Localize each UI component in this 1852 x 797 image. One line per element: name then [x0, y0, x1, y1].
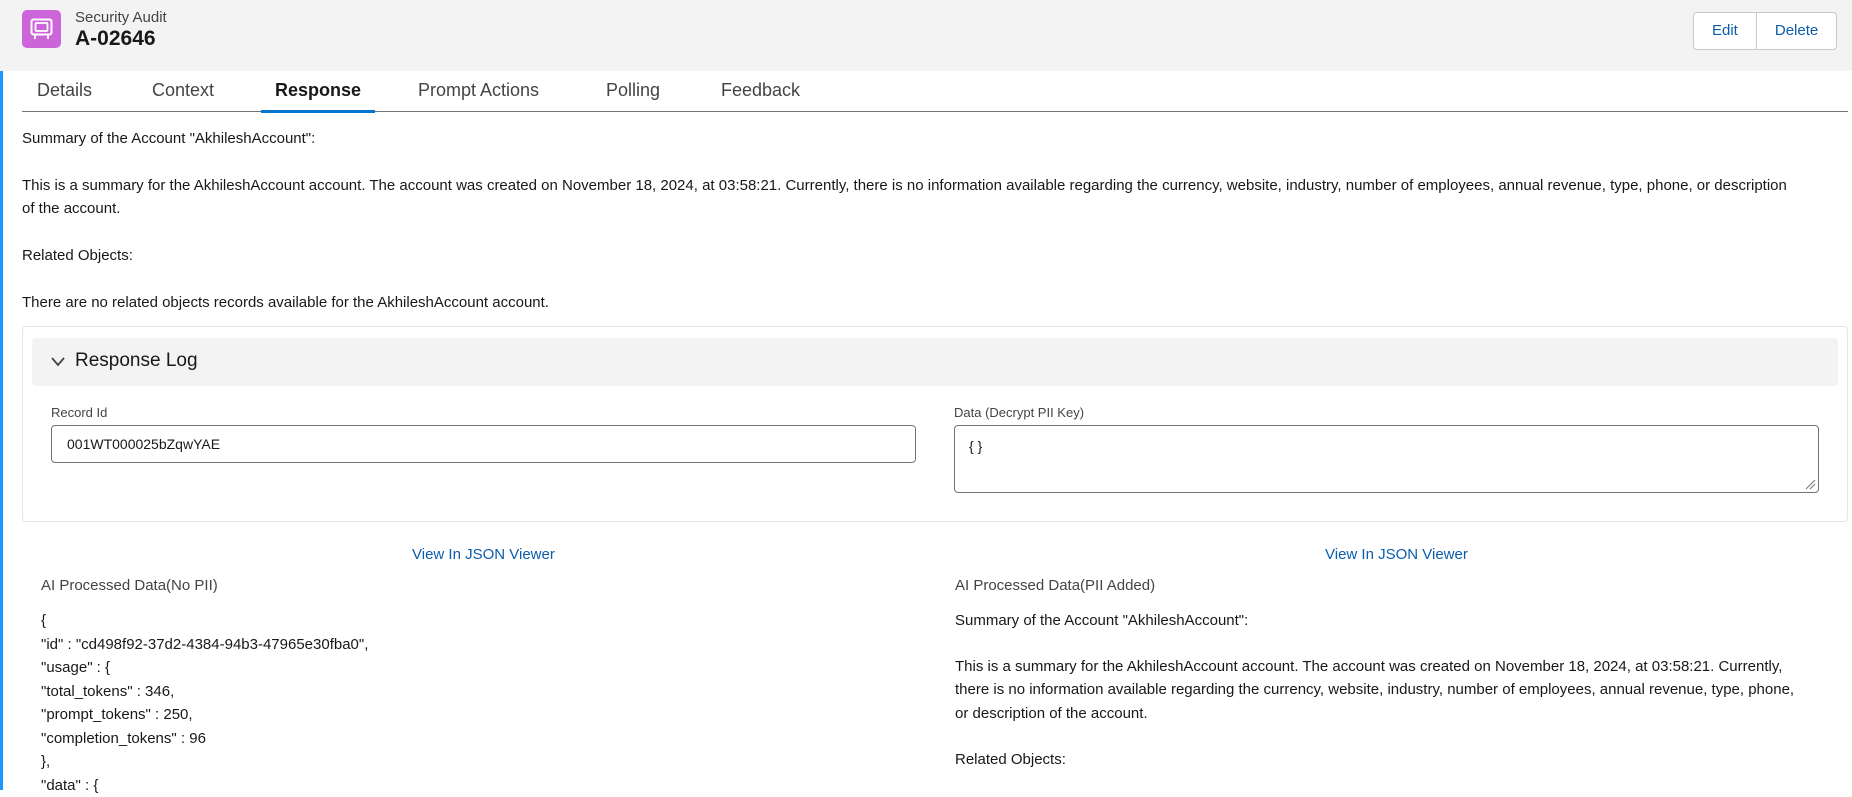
response-log-title: Response Log — [75, 350, 198, 372]
tab-bar: Details Context Response Prompt Actions … — [22, 71, 1848, 112]
json-line: "data" : { — [41, 774, 368, 797]
decrypt-data-textarea[interactable]: { } — [954, 425, 1819, 493]
object-type-label: Security Audit — [75, 9, 167, 26]
summary-heading: Summary of the Account "AkhileshAccount"… — [22, 127, 315, 150]
tab-prompt-actions[interactable]: Prompt Actions — [418, 71, 539, 112]
tab-polling[interactable]: Polling — [606, 71, 660, 112]
json-line: { — [41, 609, 368, 633]
json-line: "total_tokens" : 346, — [41, 680, 368, 704]
delete-button[interactable]: Delete — [1756, 13, 1836, 49]
record-header: Security Audit A-02646 Edit Delete — [0, 0, 1852, 71]
ai-processed-no-pii-json: { "id" : "cd498f92-37d2-4384-94b3-47965e… — [41, 609, 368, 797]
record-actions: Edit Delete — [1693, 12, 1837, 50]
ai-processed-no-pii-label: AI Processed Data(No PII) — [41, 577, 218, 594]
left-accent-bar — [0, 71, 3, 790]
response-log-toggle[interactable]: Response Log — [32, 338, 1838, 386]
pii-summary-line-2: there is no information available regard… — [955, 678, 1794, 701]
tab-details[interactable]: Details — [37, 71, 92, 112]
view-json-viewer-link-pii[interactable]: View In JSON Viewer — [1325, 546, 1468, 563]
record-id-label: Record Id — [51, 405, 107, 420]
related-objects-body: There are no related objects records ava… — [22, 291, 549, 314]
summary-body-line-2: of the account. — [22, 197, 120, 220]
tab-context[interactable]: Context — [152, 71, 214, 112]
decrypt-data-value: { } — [969, 438, 982, 454]
decrypt-data-label: Data (Decrypt PII Key) — [954, 405, 1084, 420]
tab-feedback[interactable]: Feedback — [721, 71, 800, 112]
pii-summary-line-1: This is a summary for the AkhileshAccoun… — [955, 655, 1782, 678]
record-title: A-02646 — [75, 27, 156, 51]
edit-button[interactable]: Edit — [1694, 13, 1756, 49]
tab-response[interactable]: Response — [275, 71, 361, 112]
summary-body-line-1: This is a summary for the AkhileshAccoun… — [22, 174, 1848, 197]
pii-summary-heading: Summary of the Account "AkhileshAccount"… — [955, 609, 1248, 632]
pii-summary-line-3: or description of the account. — [955, 702, 1148, 725]
ai-processed-pii-label: AI Processed Data(PII Added) — [955, 577, 1155, 594]
view-json-viewer-link-no-pii[interactable]: View In JSON Viewer — [412, 546, 555, 563]
json-line: "usage" : { — [41, 656, 368, 680]
chevron-down-icon — [50, 354, 66, 370]
json-line: "id" : "cd498f92-37d2-4384-94b3-47965e30… — [41, 633, 368, 657]
json-line: "prompt_tokens" : 250, — [41, 703, 368, 727]
record-id-input[interactable] — [51, 425, 916, 463]
resize-grip-icon[interactable] — [1804, 478, 1816, 490]
related-objects-heading: Related Objects: — [22, 244, 133, 267]
json-line: }, — [41, 750, 368, 774]
json-line: "completion_tokens" : 96 — [41, 727, 368, 751]
response-log-card: Response Log Record Id Data (Decrypt PII… — [22, 326, 1848, 522]
pii-related-objects-heading: Related Objects: — [955, 748, 1066, 771]
security-audit-icon — [22, 10, 61, 48]
